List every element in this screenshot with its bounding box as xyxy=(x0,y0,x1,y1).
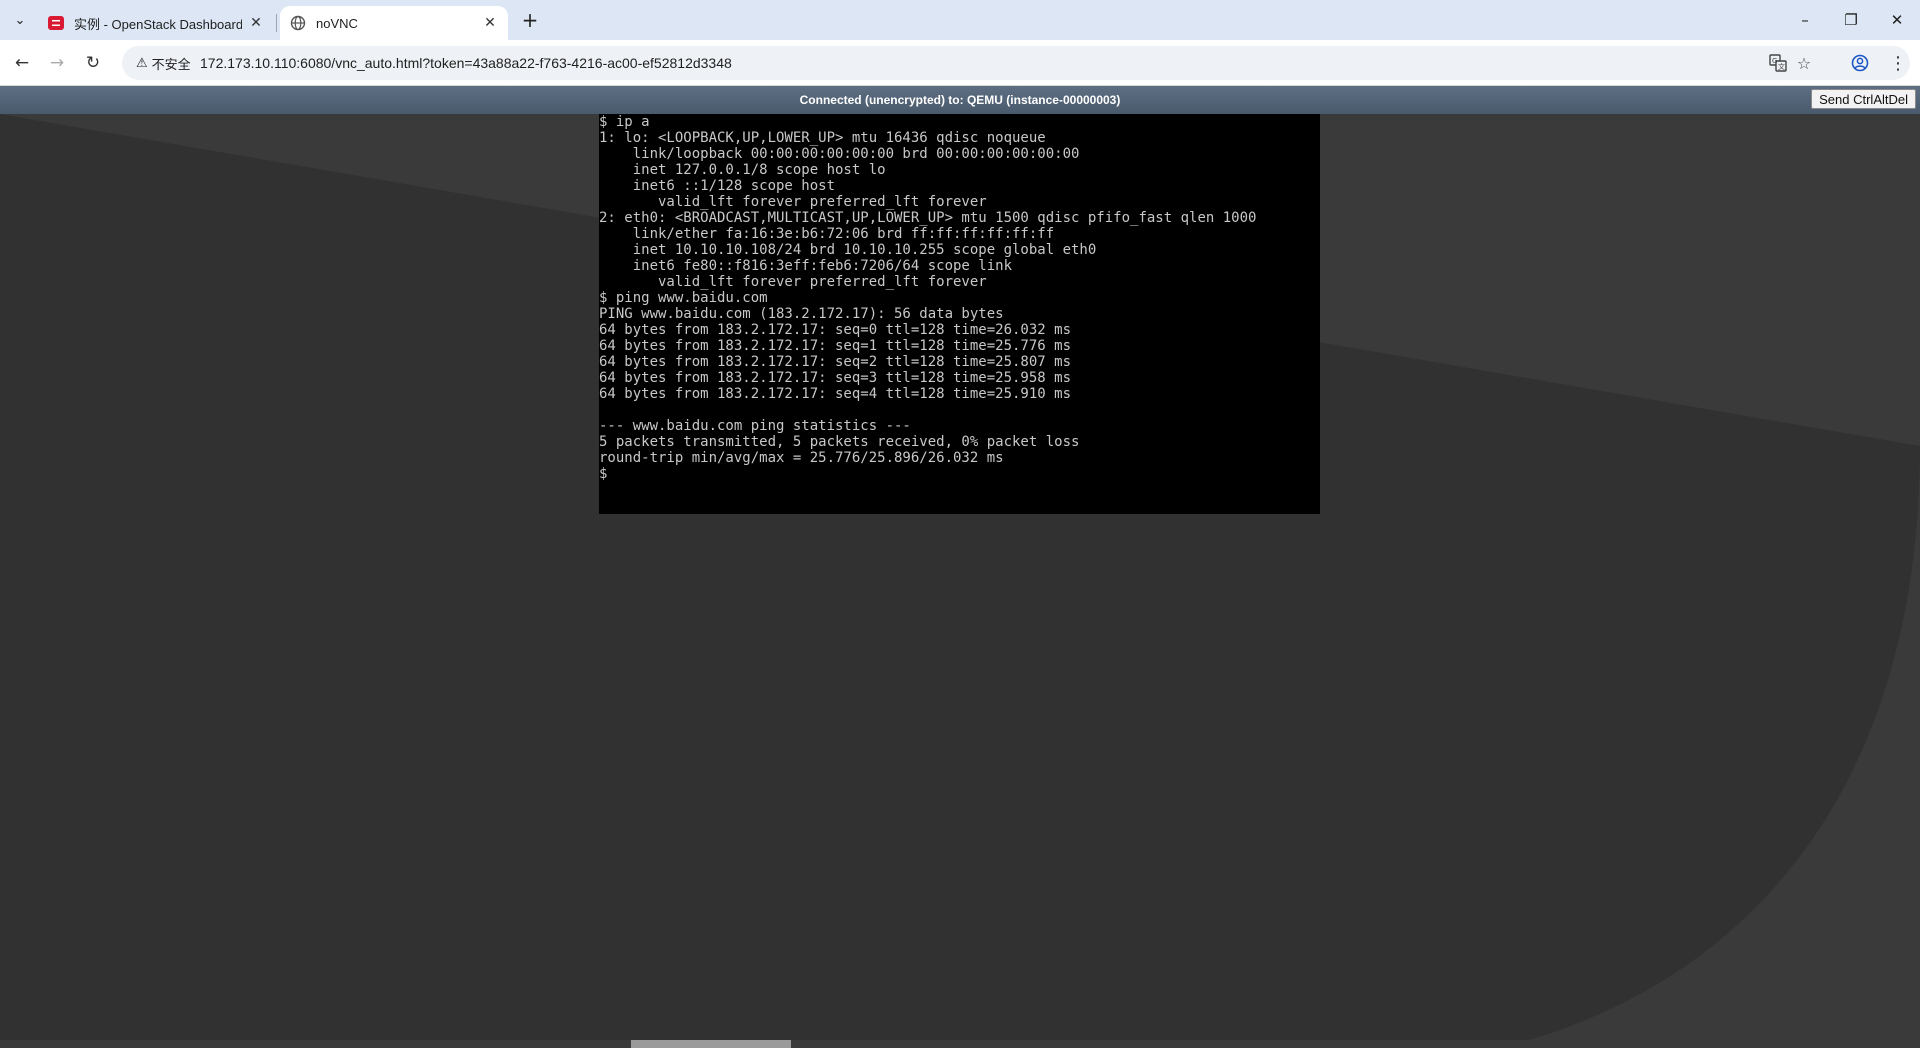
terminal-line: 64 bytes from 183.2.172.17: seq=2 ttl=12… xyxy=(599,354,1072,370)
tab-close-icon[interactable]: ✕ xyxy=(482,15,498,31)
window-controls: – ❐ ✕ xyxy=(1782,0,1920,40)
terminal-line: $ ip a xyxy=(599,114,650,130)
address-bar[interactable]: ⚠ 不安全 172.173.10.110:6080/vnc_auto.html?… xyxy=(122,46,1910,80)
security-label: 不安全 xyxy=(151,56,191,72)
connection-status: Connected (unencrypted) to: QEMU (instan… xyxy=(799,93,1121,107)
restore-icon[interactable]: ❐ xyxy=(1828,0,1874,40)
scrollbar-thumb[interactable] xyxy=(631,1040,791,1048)
terminal-line: 64 bytes from 183.2.172.17: seq=3 ttl=12… xyxy=(599,370,1072,386)
svg-text:文: 文 xyxy=(1778,62,1785,71)
profile-icon[interactable] xyxy=(1846,49,1874,77)
terminal-line: 2: eth0: <BROADCAST,MULTICAST,UP,LOWER_U… xyxy=(599,210,1257,226)
window-close-icon[interactable]: ✕ xyxy=(1874,0,1920,40)
terminal-line: inet 127.0.0.1/8 scope host lo xyxy=(599,162,886,178)
translate-icon[interactable]: G 文 xyxy=(1766,51,1790,75)
bookmark-star-icon[interactable]: ☆ xyxy=(1792,51,1816,75)
reload-icon[interactable]: ↻ xyxy=(79,49,107,77)
terminal-line: inet 10.10.10.108/24 brd 10.10.10.255 sc… xyxy=(599,242,1097,258)
terminal-line: $ ping www.baidu.com xyxy=(599,290,768,306)
tab-novnc[interactable]: noVNC ✕ xyxy=(280,6,508,40)
horizontal-scrollbar[interactable] xyxy=(0,1040,1920,1048)
tab-separator xyxy=(276,14,277,32)
terminal-line: valid_lft forever preferred_lft forever xyxy=(599,194,987,210)
terminal-line: inet6 ::1/128 scope host xyxy=(599,178,836,194)
more-menu-icon[interactable]: ⋮ xyxy=(1888,49,1908,77)
url-text[interactable]: 172.173.10.110:6080/vnc_auto.html?token=… xyxy=(200,55,732,71)
back-arrow-icon[interactable]: ← xyxy=(8,49,36,77)
terminal-line: 64 bytes from 183.2.172.17: seq=4 ttl=12… xyxy=(599,386,1072,402)
terminal-output: $ ip a 1: lo: <LOOPBACK,UP,LOWER_UP> mtu … xyxy=(599,114,1320,482)
new-tab-plus-icon[interactable]: + xyxy=(518,8,542,32)
tab-search-chevron-icon[interactable]: ⌄ xyxy=(8,8,32,32)
terminal-line: --- www.baidu.com ping statistics --- xyxy=(599,418,911,434)
globe-icon xyxy=(290,15,306,31)
security-indicator[interactable]: ⚠ 不安全 xyxy=(128,51,199,75)
svg-text:G: G xyxy=(1772,57,1777,65)
terminal-line: 64 bytes from 183.2.172.17: seq=0 ttl=12… xyxy=(599,322,1072,338)
terminal-line: $ xyxy=(599,466,608,482)
terminal-line: 64 bytes from 183.2.172.17: seq=1 ttl=12… xyxy=(599,338,1072,354)
openstack-icon xyxy=(48,16,64,30)
browser-toolbar: ← → ↻ ⚠ 不安全 172.173.10.110:6080/vnc_auto… xyxy=(0,40,1920,86)
vnc-terminal-screen[interactable]: $ ip a 1: lo: <LOOPBACK,UP,LOWER_UP> mtu … xyxy=(599,114,1320,514)
terminal-line: link/loopback 00:00:00:00:00:00 brd 00:0… xyxy=(599,146,1080,162)
tab-strip: ⌄ 实例 - OpenStack Dashboard ✕ noVNC ✕ + –… xyxy=(0,0,1920,40)
terminal-line: inet6 fe80::f816:3eff:feb6:7206/64 scope… xyxy=(599,258,1013,274)
terminal-line: link/ether fa:16:3e:b6:72:06 brd ff:ff:f… xyxy=(599,226,1055,242)
tab-openstack-dashboard[interactable]: 实例 - OpenStack Dashboard ✕ xyxy=(38,6,274,40)
vnc-status-bar: Connected (unencrypted) to: QEMU (instan… xyxy=(0,86,1920,114)
novnc-page: Connected (unencrypted) to: QEMU (instan… xyxy=(0,86,1920,1048)
tab-title: 实例 - OpenStack Dashboard xyxy=(74,16,243,32)
warning-triangle-icon: ⚠ xyxy=(136,55,148,71)
terminal-line: 5 packets transmitted, 5 packets receive… xyxy=(599,434,1080,450)
terminal-line: valid_lft forever preferred_lft forever xyxy=(599,274,987,290)
tab-close-icon[interactable]: ✕ xyxy=(248,15,264,31)
send-ctrl-alt-del-button[interactable]: Send CtrlAltDel xyxy=(1811,89,1916,109)
terminal-line: 1: lo: <LOOPBACK,UP,LOWER_UP> mtu 16436 … xyxy=(599,130,1046,146)
forward-arrow-icon[interactable]: → xyxy=(43,49,71,77)
minimize-icon[interactable]: – xyxy=(1782,0,1828,40)
terminal-line: round-trip min/avg/max = 25.776/25.896/2… xyxy=(599,450,1004,466)
terminal-line: PING www.baidu.com (183.2.172.17): 56 da… xyxy=(599,306,1004,322)
tab-title: noVNC xyxy=(316,15,358,31)
